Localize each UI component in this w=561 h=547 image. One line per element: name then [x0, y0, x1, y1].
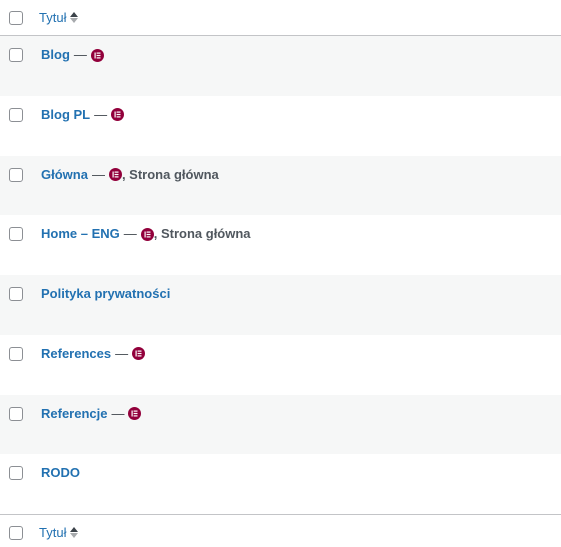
title-separator: — — [111, 405, 125, 421]
sort-by-title-link-footer[interactable]: Tytuł — [39, 525, 79, 540]
row-title-cell: Referencje — — [41, 395, 142, 422]
elementor-icon — [90, 48, 104, 62]
column-title-label: Tytuł — [39, 10, 67, 25]
row-checkbox-cell — [0, 454, 32, 481]
row-title-cell: Blog — — [41, 36, 104, 63]
table-row: Referencje — — [0, 394, 561, 455]
table-row: Główna — , Strona główna — [0, 155, 561, 216]
row-checkbox[interactable] — [9, 107, 23, 122]
row-checkbox-cell — [0, 36, 32, 62]
select-all-cell-footer — [0, 525, 32, 540]
sort-by-title-link[interactable]: Tytuł — [39, 10, 79, 25]
table-row: Blog PL — — [0, 96, 561, 156]
post-state-label: , Strona główna — [153, 226, 251, 242]
table-body: Blog — Blog PL — Główna —, Strona główna Home … — [0, 36, 561, 514]
page-title-link[interactable]: Home – ENG — [41, 226, 120, 242]
row-title-cell: Home – ENG — , Strona główna — [41, 215, 251, 242]
row-title-cell: Polityka prywatności — [41, 275, 170, 302]
elementor-icon — [108, 168, 122, 181]
page-title-link[interactable]: Blog PL — [41, 107, 90, 123]
table-row: Polityka prywatności — [0, 275, 561, 335]
table-header: Tytuł — [0, 0, 561, 36]
row-checkbox[interactable] — [9, 346, 23, 361]
row-checkbox-cell — [0, 335, 32, 361]
row-checkbox[interactable] — [9, 167, 23, 182]
row-checkbox[interactable] — [9, 406, 23, 421]
page-title-link[interactable]: Polityka prywatności — [41, 286, 170, 302]
row-title-cell: Blog PL — — [41, 96, 125, 123]
row-checkbox[interactable] — [9, 227, 23, 242]
page-title-link[interactable]: References — [41, 346, 111, 362]
row-title-cell: References — — [41, 335, 146, 362]
pages-table: Tytuł Blog — Blog PL — Główna —, Strona główn… — [0, 0, 561, 547]
title-separator: — — [94, 106, 108, 122]
column-title-label-footer: Tytuł — [39, 525, 67, 540]
post-state-label: , Strona główna — [121, 166, 219, 182]
elementor-icon — [132, 347, 146, 361]
row-checkbox-cell — [0, 395, 32, 421]
elementor-icon — [140, 227, 154, 241]
sort-arrows-icon-footer — [70, 527, 79, 538]
table-row: Home – ENG — , Strona główna — [0, 215, 561, 275]
row-checkbox[interactable] — [9, 287, 23, 301]
elementor-icon — [111, 108, 125, 122]
title-separator: — — [115, 345, 129, 361]
title-separator: — — [123, 226, 137, 242]
row-title-cell: Główna — , Strona główna — [41, 156, 219, 183]
row-checkbox[interactable] — [9, 48, 23, 62]
table-row: References — — [0, 335, 561, 395]
row-checkbox-cell — [0, 275, 32, 301]
page-title-link[interactable]: Blog — [41, 47, 70, 63]
sort-arrows-icon — [70, 12, 79, 23]
page-title-link[interactable]: Główna — [41, 167, 88, 183]
row-checkbox-cell — [0, 156, 32, 182]
page-title-link[interactable]: Referencje — [41, 406, 107, 422]
select-all-cell — [0, 10, 32, 25]
table-row: Blog — — [0, 36, 561, 96]
row-title-cell: RODO — [41, 454, 80, 481]
select-all-checkbox-footer[interactable] — [9, 525, 23, 540]
table-row: RODO — [0, 454, 561, 514]
row-checkbox-cell — [0, 215, 32, 242]
row-checkbox-cell — [0, 96, 32, 122]
elementor-icon — [128, 407, 142, 420]
title-separator: — — [91, 166, 105, 182]
page-title-link[interactable]: RODO — [41, 465, 80, 481]
title-separator: — — [73, 47, 87, 62]
table-footer: Tytuł — [0, 514, 561, 547]
row-checkbox[interactable] — [9, 466, 23, 481]
select-all-checkbox[interactable] — [9, 10, 23, 25]
